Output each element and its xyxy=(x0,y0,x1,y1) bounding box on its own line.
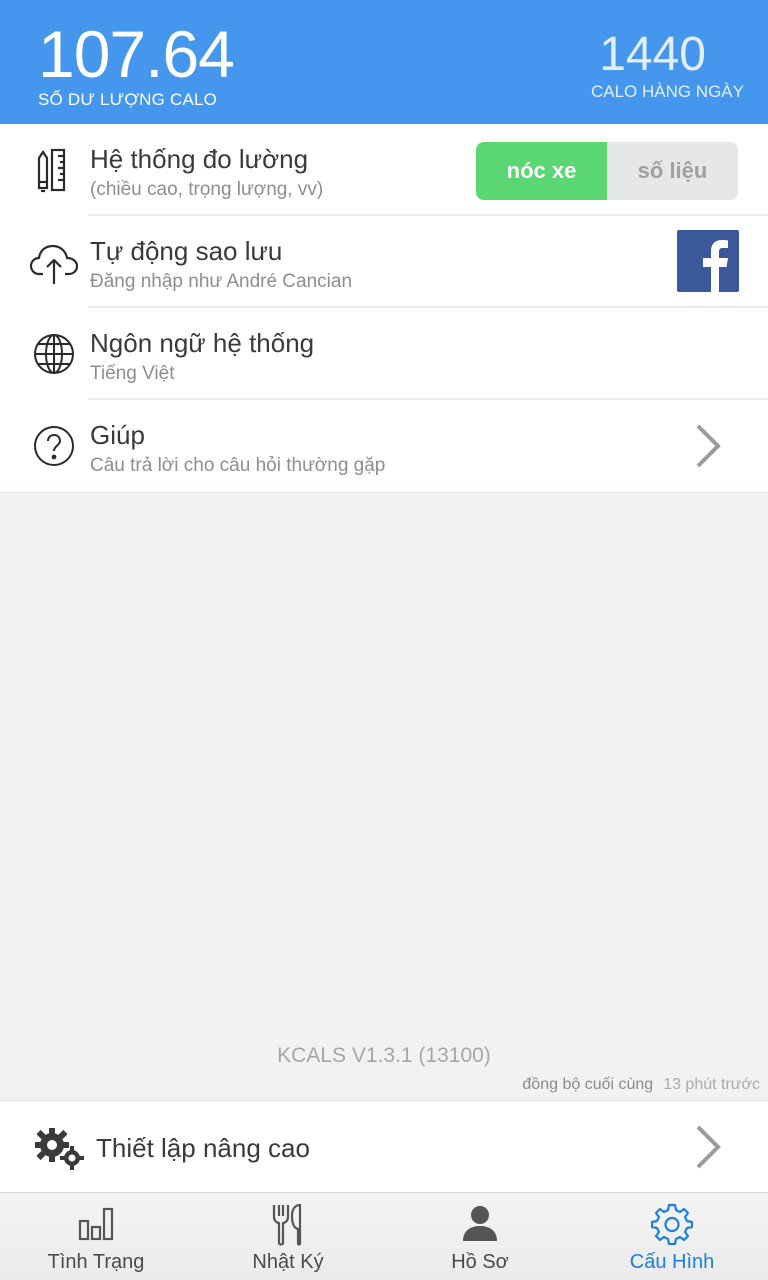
tab-label: Nhật Ký xyxy=(252,1251,324,1273)
tab-label: Tình Trạng xyxy=(47,1251,145,1273)
calorie-header: 107.64 SỐ DƯ LƯỢNG CALO 1440 CALO HÀNG N… xyxy=(0,0,768,124)
daily-calories-value: 1440 xyxy=(599,28,706,81)
cloud-upload-icon xyxy=(30,244,78,284)
unit-option-metric[interactable]: số liệu xyxy=(607,142,738,200)
ruler-pencil-icon xyxy=(37,148,66,193)
gear-icon xyxy=(651,1203,693,1245)
settings-item-subtitle: (chiều cao, trọng lượng, vv) xyxy=(90,179,324,200)
last-sync-time: 13 phút trước xyxy=(663,1076,760,1093)
settings-item-subtitle: Đăng nhập như André Cancian xyxy=(90,271,353,292)
advanced-settings-title: Thiết lập nâng cao xyxy=(96,1133,310,1163)
daily-calories-label: CALO HÀNG NGÀY xyxy=(590,82,744,101)
unit-toggle[interactable]: nóc xe số liệu xyxy=(476,142,738,200)
settings-item-title: Giúp xyxy=(90,420,145,450)
last-sync-label: đồng bộ cuối cùng xyxy=(522,1076,654,1093)
last-sync: đồng bộ cuối cùng 13 phút trước xyxy=(522,1076,760,1094)
settings-item-help[interactable]: Giúp Câu trả lời cho câu hỏi thường gặp xyxy=(0,400,768,492)
fork-knife-icon xyxy=(272,1203,302,1246)
tab-settings[interactable]: Cấu Hình xyxy=(576,1193,768,1280)
settings-item-title: Ngôn ngữ hệ thống xyxy=(90,328,315,358)
tab-label: Cấu Hình xyxy=(629,1251,715,1273)
bottom-nav: Tình Trạng Nhật Ký Hồ Sơ Cấu Hình xyxy=(0,1192,768,1280)
settings-item-measurement[interactable]: Hệ thống đo lường (chiều cao, trọng lượn… xyxy=(0,124,768,216)
settings-item-title: Hệ thống đo lường xyxy=(90,144,309,174)
calorie-balance-value: 107.64 xyxy=(38,17,235,91)
settings-item-subtitle: Câu trả lời cho câu hỏi thường gặp xyxy=(90,455,386,476)
globe-icon xyxy=(34,334,74,374)
tab-diary[interactable]: Nhật Ký xyxy=(192,1193,384,1280)
settings-list: Hệ thống đo lường (chiều cao, trọng lượn… xyxy=(0,124,768,493)
chevron-right-icon xyxy=(696,424,721,468)
tab-status[interactable]: Tình Trạng xyxy=(0,1193,192,1280)
advanced-settings-item[interactable]: Thiết lập nâng cao xyxy=(0,1100,768,1192)
settings-item-subtitle: Tiếng Việt xyxy=(90,363,175,384)
settings-item-title: Tự động sao lưu xyxy=(90,236,283,266)
tab-profile[interactable]: Hồ Sơ xyxy=(384,1193,576,1280)
facebook-icon[interactable] xyxy=(677,230,739,292)
unit-option-imperial[interactable]: nóc xe xyxy=(476,142,607,200)
tab-label: Hồ Sơ xyxy=(451,1251,509,1273)
person-icon xyxy=(463,1206,497,1241)
settings-item-backup[interactable]: Tự động sao lưu Đăng nhập như André Canc… xyxy=(0,216,768,308)
gears-icon xyxy=(35,1128,84,1170)
bar-chart-icon xyxy=(78,1207,114,1241)
app-version: KCALS V1.3.1 (13100) xyxy=(277,1044,491,1067)
settings-item-language[interactable]: Ngôn ngữ hệ thống Tiếng Việt xyxy=(0,308,768,400)
calorie-balance-label: SỐ DƯ LƯỢNG CALO xyxy=(38,90,218,109)
help-circle-icon xyxy=(34,426,74,466)
chevron-right-icon xyxy=(696,1125,721,1169)
